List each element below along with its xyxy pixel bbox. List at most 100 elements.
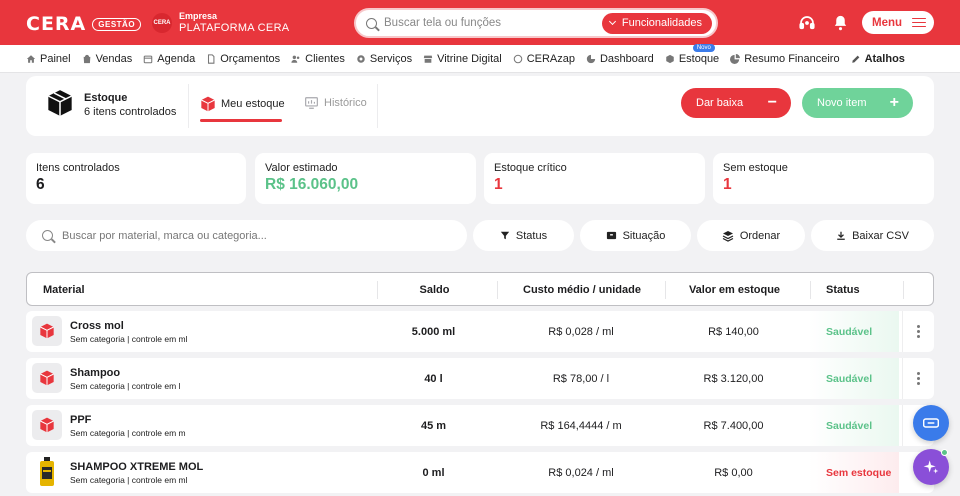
- stat-label: Valor estimado: [265, 162, 338, 174]
- nav-item-servicos[interactable]: Serviços: [356, 53, 412, 65]
- users-icon: [291, 54, 301, 64]
- ticket-fab-button[interactable]: [913, 405, 949, 441]
- valor-value: R$ 7.400,00: [703, 420, 764, 432]
- stat-itens-controlados: Itens controlados 6: [26, 153, 246, 204]
- status-badge: Saudável: [809, 311, 899, 352]
- hamburger-icon: [912, 15, 927, 30]
- chevron-down-icon: [608, 17, 616, 26]
- material-search-input[interactable]: Buscar por material, marca ou categoria.…: [26, 220, 467, 251]
- menu-button[interactable]: Menu: [862, 11, 934, 34]
- nav-item-cerazap[interactable]: CERAzap: [513, 53, 575, 65]
- nav-item-clientes[interactable]: Clientes: [291, 53, 345, 65]
- global-search-input[interactable]: Buscar tela ou funções: [384, 17, 602, 29]
- menu-label: Menu: [872, 16, 903, 29]
- ai-assistant-fab-button[interactable]: [913, 449, 949, 485]
- nav-label: Agenda: [157, 52, 196, 65]
- ordenar-button[interactable]: Ordenar: [697, 220, 805, 251]
- bell-icon[interactable]: [830, 13, 850, 33]
- table-row[interactable]: Cross mol Sem categoria | controle em ml…: [26, 311, 934, 352]
- column-divider: [810, 281, 811, 299]
- novo-item-button[interactable]: Novo item +: [802, 88, 913, 118]
- stat-label: Sem estoque: [723, 162, 788, 174]
- product-thumbnail: [32, 363, 62, 393]
- nav-item-dashboard[interactable]: Dashboard: [586, 53, 654, 65]
- sparkle-icon: [923, 460, 939, 474]
- material-category: Sem categoria | controle em ml: [70, 475, 188, 485]
- box-icon: [40, 323, 54, 339]
- baixar-csv-button[interactable]: Baixar CSV: [811, 220, 934, 251]
- stat-valor-estimado: Valor estimado R$ 16.060,00: [255, 153, 476, 204]
- nav-item-orcamentos[interactable]: Orçamentos: [206, 53, 280, 65]
- logo-text: CERA: [26, 13, 87, 35]
- company-avatar: CERA: [152, 13, 172, 33]
- table-row[interactable]: SHAMPOO XTREME MOL Sem categoria | contr…: [26, 452, 934, 493]
- layers-icon: [722, 230, 734, 242]
- ticket-icon: [923, 418, 939, 428]
- divider: [377, 84, 378, 128]
- stat-estoque-critico: Estoque crítico 1: [484, 153, 705, 204]
- column-divider: [903, 281, 904, 299]
- document-icon: [206, 53, 216, 64]
- column-header-valor[interactable]: Valor em estoque: [662, 284, 807, 296]
- nav-label: Painel: [40, 52, 71, 65]
- nav-item-resumo[interactable]: Resumo Financeiro: [730, 53, 840, 65]
- button-label: Ordenar: [739, 229, 781, 242]
- column-header-custo[interactable]: Custo médio / unidade: [497, 284, 667, 296]
- nav-label: Clientes: [305, 52, 345, 65]
- gear-icon: [356, 54, 366, 64]
- nav-label: Orçamentos: [220, 52, 281, 65]
- column-header-saldo[interactable]: Saldo: [377, 284, 492, 296]
- status-badge: Sem estoque: [809, 452, 899, 493]
- material-name: PPF: [70, 414, 92, 426]
- box-icon: [40, 417, 54, 433]
- stat-value: 6: [36, 176, 45, 193]
- nav-item-atalhos[interactable]: Atalhos: [851, 53, 905, 65]
- page-subtitle: 6 itens controlados: [84, 106, 177, 118]
- dar-baixa-button[interactable]: Dar baixa −: [681, 88, 791, 118]
- main-nav: Painel Vendas Agenda Orçamentos Clientes…: [0, 43, 960, 73]
- nav-item-estoque[interactable]: Estoque Novo: [665, 43, 719, 65]
- stat-value: R$ 16.060,00: [265, 176, 359, 193]
- column-header-status[interactable]: Status: [826, 284, 860, 296]
- column-header-material[interactable]: Material: [43, 284, 85, 296]
- material-category: Sem categoria | controle em ml: [70, 334, 188, 344]
- new-badge: Novo: [692, 43, 715, 52]
- nav-item-vendas[interactable]: Vendas: [82, 53, 132, 65]
- material-category: Sem categoria | controle em l: [70, 381, 181, 391]
- tab-meu-estoque[interactable]: Meu estoque: [200, 96, 285, 112]
- company-selector[interactable]: CERA Empresa PLATAFORMA CERA: [152, 11, 289, 35]
- online-status-dot: [941, 449, 948, 456]
- valor-value: R$ 3.120,00: [703, 373, 764, 385]
- tab-label: Meu estoque: [221, 98, 285, 110]
- row-actions-kebab-icon[interactable]: [902, 311, 934, 352]
- nav-item-agenda[interactable]: Agenda: [143, 53, 195, 65]
- calendar-icon: [143, 54, 153, 64]
- tab-historico[interactable]: Histórico: [304, 96, 367, 110]
- situacao-filter-button[interactable]: Situação: [580, 220, 691, 251]
- nav-item-painel[interactable]: Painel: [26, 53, 71, 65]
- search-placeholder: Buscar por material, marca ou categoria.…: [62, 229, 267, 242]
- features-dropdown-button[interactable]: Funcionalidades: [601, 12, 712, 34]
- pencil-icon: [851, 54, 861, 64]
- global-search[interactable]: Buscar tela ou funções Funcionalidades: [354, 8, 718, 38]
- logo[interactable]: CERA GESTÃO: [26, 13, 142, 35]
- home-icon: [26, 54, 36, 64]
- box-closed-icon: [606, 230, 617, 241]
- history-icon: [305, 97, 318, 109]
- table-row[interactable]: Shampoo Sem categoria | controle em l 40…: [26, 358, 934, 399]
- stat-value: 1: [494, 176, 503, 193]
- logo-badge: GESTÃO: [92, 17, 142, 31]
- table-row[interactable]: PPF Sem categoria | controle em m 45 m R…: [26, 405, 934, 446]
- tab-label: Histórico: [324, 97, 367, 109]
- nav-label: Atalhos: [864, 52, 905, 65]
- button-label: Dar baixa: [696, 97, 744, 109]
- box-icon: [665, 54, 675, 64]
- bottle-image: [40, 457, 54, 486]
- material-name: SHAMPOO XTREME MOL: [70, 461, 204, 473]
- download-icon: [836, 230, 846, 241]
- row-actions-kebab-icon[interactable]: [902, 358, 934, 399]
- nav-item-vitrine[interactable]: Vitrine Digital: [423, 53, 502, 65]
- headset-icon[interactable]: [797, 13, 817, 33]
- status-filter-button[interactable]: Status: [473, 220, 574, 251]
- material-name: Shampoo: [70, 367, 121, 379]
